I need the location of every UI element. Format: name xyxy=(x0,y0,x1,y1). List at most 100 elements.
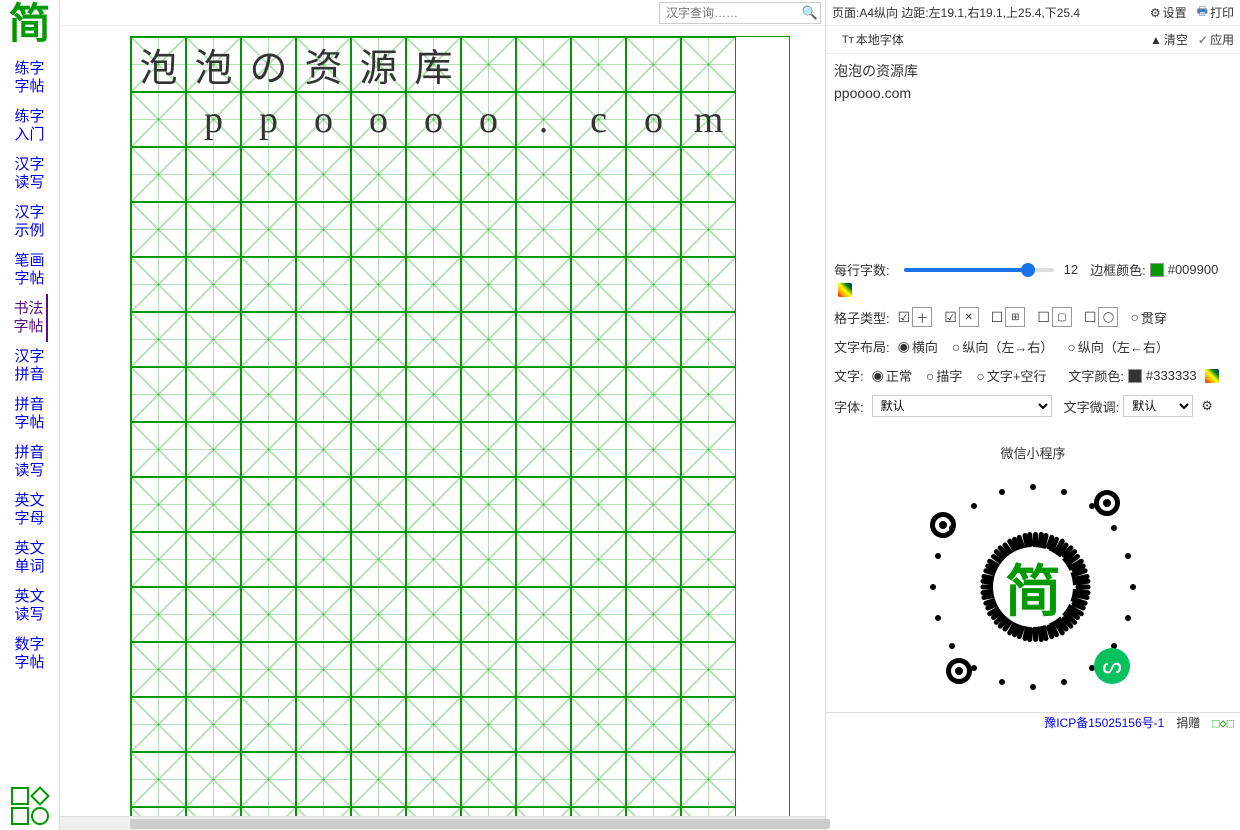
topbar: 🔍 xyxy=(60,0,825,26)
donate-link[interactable]: 捐赠 xyxy=(1176,714,1200,731)
nav-item-4[interactable]: 笔画字帖 xyxy=(11,246,47,294)
canvas-area[interactable]: 泡泡の资源库ppoooo.com xyxy=(60,26,825,816)
grid-cell xyxy=(626,37,681,92)
grid-cell xyxy=(186,642,241,697)
nav-item-1[interactable]: 练字入门 xyxy=(11,102,47,150)
grid-cell: c xyxy=(571,92,626,147)
grid-cell xyxy=(571,807,626,816)
text-color-swatch[interactable] xyxy=(1128,369,1142,383)
nav-item-6[interactable]: 汉字拼音 xyxy=(11,342,47,390)
grid-cell xyxy=(461,587,516,642)
grid-cell xyxy=(626,752,681,807)
grid-cell xyxy=(186,587,241,642)
grid-cell xyxy=(626,202,681,257)
layout-vertical-rl[interactable]: 纵向（左←右） xyxy=(1067,337,1168,356)
search-icon[interactable]: 🔍 xyxy=(800,5,820,21)
grid-cell xyxy=(571,422,626,477)
grid-cell xyxy=(571,147,626,202)
text-trace[interactable]: 描字 xyxy=(926,366,962,385)
grid-cell xyxy=(131,697,186,752)
local-font-button[interactable]: 本地字体 xyxy=(842,31,904,48)
grid-cell xyxy=(351,312,406,367)
print-button[interactable]: 打印 xyxy=(1197,2,1234,23)
footer-icons[interactable]: ⬚◇⬚ xyxy=(1212,716,1234,730)
grid-cell xyxy=(571,477,626,532)
grid-type-4[interactable]: ▢ xyxy=(1037,307,1074,327)
grid-type-1[interactable]: 十 xyxy=(898,307,935,327)
grid-cell xyxy=(461,642,516,697)
border-color-swatch[interactable] xyxy=(1150,263,1164,277)
grid-cell xyxy=(351,202,406,257)
grid-cell xyxy=(571,37,626,92)
settings-button[interactable]: 设置 xyxy=(1150,4,1187,21)
grid-cell xyxy=(681,37,736,92)
nav-item-7[interactable]: 拼音字帖 xyxy=(11,390,47,438)
through-radio[interactable]: 贯穿 xyxy=(1130,308,1166,327)
grid-cell xyxy=(241,697,296,752)
font-tune-gear-icon[interactable] xyxy=(1201,398,1215,414)
text-input-area[interactable]: 泡泡の资源库 ppoooo.com xyxy=(826,54,1240,254)
apply-button[interactable]: 应用 xyxy=(1198,31,1234,48)
layout-vertical-lr[interactable]: 纵向（左→右） xyxy=(952,337,1053,356)
chars-per-row-slider[interactable] xyxy=(904,268,1054,272)
nav-item-9[interactable]: 英文字母 xyxy=(11,486,47,534)
wechat-icon: ᔕ xyxy=(1094,648,1130,684)
grid-cell xyxy=(186,367,241,422)
grid-cell: o xyxy=(406,92,461,147)
grid-cell xyxy=(131,422,186,477)
grid-cell xyxy=(296,257,351,312)
palette-icon-2[interactable] xyxy=(1205,369,1219,383)
horizontal-scrollbar[interactable] xyxy=(60,816,825,830)
grid-cell xyxy=(241,202,296,257)
qr-title: 微信小程序 xyxy=(836,443,1230,462)
grid-cell xyxy=(516,367,571,422)
nav-item-5[interactable]: 书法字帖 xyxy=(11,294,47,342)
sidebar: 简 练字字帖练字入门汉字读写汉字示例笔画字帖书法字帖汉字拼音拼音字帖拼音读写英文… xyxy=(0,0,60,830)
grid-type-2[interactable]: ✕ xyxy=(944,307,981,327)
nav-item-11[interactable]: 英文读写 xyxy=(11,582,47,630)
grid-cell xyxy=(186,697,241,752)
font-tune-select[interactable]: 默认 xyxy=(1123,395,1193,417)
grid-cell xyxy=(241,642,296,697)
grid-cell xyxy=(461,422,516,477)
grid-cell xyxy=(131,202,186,257)
grid-cell: 资 xyxy=(296,37,351,92)
grid-cell xyxy=(241,532,296,587)
grid-cell xyxy=(681,642,736,697)
grid-cell xyxy=(406,532,461,587)
text-normal[interactable]: 正常 xyxy=(872,366,912,385)
text-blank[interactable]: 文字+空行 xyxy=(976,366,1046,385)
clear-button[interactable]: 清空 xyxy=(1150,31,1188,48)
grid-type-3[interactable]: ⊞ xyxy=(991,307,1028,327)
palette-icon[interactable] xyxy=(838,283,852,297)
grid-cell xyxy=(681,367,736,422)
nav-shapes-icon[interactable] xyxy=(10,786,50,830)
grid-cell xyxy=(296,807,351,816)
font-select[interactable]: 默认 xyxy=(872,395,1052,417)
grid-type-5[interactable]: ◯ xyxy=(1084,307,1121,327)
nav-item-12[interactable]: 数字字帖 xyxy=(11,630,47,678)
nav-item-0[interactable]: 练字字帖 xyxy=(11,54,47,102)
nav-item-10[interactable]: 英文单词 xyxy=(11,534,47,582)
grid-cell xyxy=(681,697,736,752)
grid-page: 泡泡の资源库ppoooo.com xyxy=(130,36,790,816)
search-input[interactable] xyxy=(660,4,800,22)
layout-horizontal[interactable]: 横向 xyxy=(898,337,938,356)
grid-cell xyxy=(351,422,406,477)
nav-item-2[interactable]: 汉字读写 xyxy=(11,150,47,198)
grid-cell xyxy=(406,587,461,642)
grid-cell xyxy=(351,367,406,422)
grid-cell xyxy=(131,752,186,807)
grid-cell xyxy=(461,37,516,92)
border-color-value: #009900 xyxy=(1168,262,1219,277)
grid-cell xyxy=(461,312,516,367)
nav-item-8[interactable]: 拼音读写 xyxy=(11,438,47,486)
grid-cell xyxy=(296,752,351,807)
grid-cell xyxy=(461,202,516,257)
icp-link[interactable]: 豫ICP备15025156号-1 xyxy=(1044,714,1164,731)
grid-cell: 泡 xyxy=(131,37,186,92)
grid-cell xyxy=(516,697,571,752)
grid-cell xyxy=(516,312,571,367)
grid-cell xyxy=(626,587,681,642)
nav-item-3[interactable]: 汉字示例 xyxy=(11,198,47,246)
